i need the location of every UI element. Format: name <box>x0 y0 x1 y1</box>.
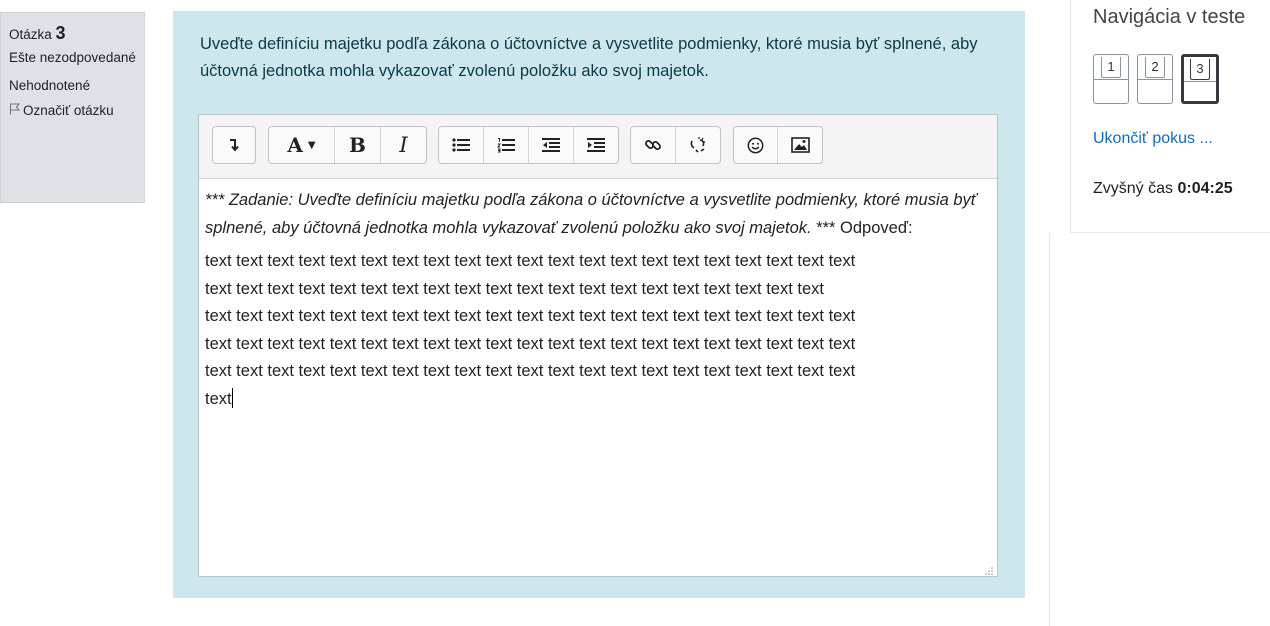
answer-text: text text text text text text text text … <box>205 248 990 413</box>
prompt-paragraph: *** Zadanie: Uveďte definíciu majetku po… <box>205 187 990 242</box>
editor-content[interactable]: *** Zadanie: Uveďte definíciu majetku po… <box>199 179 997 413</box>
nav-state-bar <box>1138 79 1172 80</box>
smiley-icon <box>747 137 764 154</box>
answer-line: text text text text text text text text … <box>205 307 856 325</box>
nav-state-bar <box>1184 81 1216 82</box>
indent-icon <box>587 138 605 152</box>
link-button[interactable] <box>631 127 676 163</box>
question-content: Uveďte definíciu majetku podľa zákona o … <box>173 11 1025 598</box>
toolbar-group-links <box>630 126 721 164</box>
toolbar-group-media <box>733 126 823 164</box>
answer-line: text text text text text text text text … <box>205 362 856 380</box>
toolbar-group-style: A ▼ B I <box>268 126 427 164</box>
nav-state-bar <box>1094 79 1128 80</box>
question-number: Otázka 3 <box>9 23 136 44</box>
time-left: Zvyšný čas 0:04:25 <box>1093 180 1233 198</box>
question-info-panel: Otázka 3 Ešte nezodpovedané Nehodnotené … <box>0 12 145 203</box>
answer-line: text text text text text text text text … <box>205 334 856 353</box>
show-more-icon <box>228 138 240 152</box>
answer-editor[interactable]: A ▼ B I *** Zadanie: Uveďte definíciu ma… <box>198 114 998 577</box>
text-cursor <box>231 387 233 408</box>
flag-icon <box>9 101 23 121</box>
question-label: Otázka <box>9 27 56 42</box>
question-nav-buttons: 1 2 3 <box>1093 54 1219 104</box>
finish-attempt-link[interactable]: Ukončiť pokus ... <box>1093 130 1213 148</box>
image-button[interactable] <box>778 127 822 163</box>
flag-label: Označiť otázku <box>23 103 114 118</box>
nav-question-2-button[interactable]: 2 <box>1137 54 1173 104</box>
font-size-button[interactable]: A ▼ <box>269 127 335 163</box>
nav-question-1-button[interactable]: 1 <box>1093 54 1129 104</box>
unordered-list-button[interactable] <box>439 127 484 163</box>
nav-question-3-button[interactable]: 3 <box>1181 54 1219 104</box>
resize-handle-icon[interactable] <box>984 563 994 575</box>
chevron-down-icon: ▼ <box>307 139 316 151</box>
timer-label: Zvyšný čas <box>1093 180 1178 197</box>
nav-question-number: 1 <box>1101 57 1121 78</box>
outdent-button[interactable] <box>529 127 574 163</box>
font-size-label: A <box>287 133 303 157</box>
question-number-value: 3 <box>55 23 66 43</box>
toolbar-group-more <box>212 126 256 164</box>
indent-button[interactable] <box>574 127 618 163</box>
show-more-button[interactable] <box>213 127 255 163</box>
answer-line: text text text text text text text text … <box>205 252 856 270</box>
ordered-list-icon <box>497 137 515 153</box>
toolbar-group-lists <box>438 126 619 164</box>
flag-question-link[interactable]: Označiť otázku <box>9 101 136 121</box>
emoji-button[interactable] <box>734 127 779 163</box>
unordered-list-icon <box>452 138 470 152</box>
nav-question-number: 2 <box>1145 57 1165 78</box>
answer-line: text <box>205 389 232 408</box>
quiz-navigation-block: Navigácia v teste 1 2 3 Ukončiť pokus ..… <box>1070 0 1270 233</box>
italic-button[interactable]: I <box>381 127 426 163</box>
editor-toolbar: A ▼ B I <box>199 115 997 179</box>
bold-label: B <box>349 133 366 157</box>
question-state: Ešte nezodpovedané <box>9 50 136 65</box>
question-grade: Nehodnotené <box>9 78 91 93</box>
outdent-icon <box>542 138 560 152</box>
nav-question-number: 3 <box>1190 59 1210 80</box>
prompt-suffix-text: *** Odpoveď: <box>811 218 913 237</box>
answer-line: text text text text text text text text … <box>205 279 824 298</box>
italic-label: I <box>399 133 408 157</box>
question-text: Uveďte definíciu majetku podľa zákona o … <box>200 35 978 80</box>
unlink-icon <box>689 136 707 154</box>
timer-value: 0:04:25 <box>1177 180 1233 197</box>
content-divider <box>1049 233 1050 626</box>
image-icon <box>790 137 810 153</box>
navigation-title: Navigácia v teste <box>1093 6 1246 28</box>
unlink-button[interactable] <box>676 127 721 163</box>
bold-button[interactable]: B <box>335 127 381 163</box>
link-icon <box>644 136 662 154</box>
ordered-list-button[interactable] <box>484 127 529 163</box>
